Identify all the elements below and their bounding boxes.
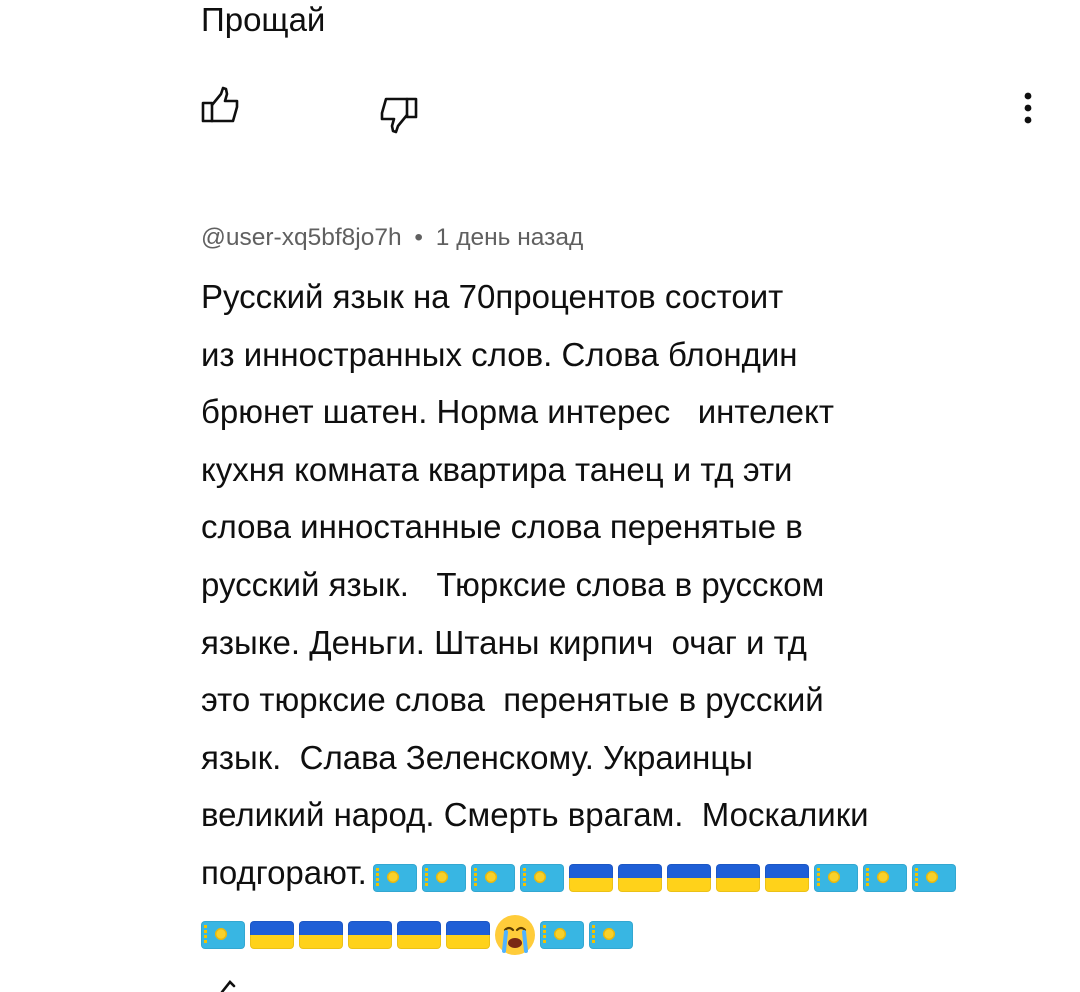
previous-comment-text: Прощай — [201, 1, 326, 38]
reply-edit-icon[interactable] — [218, 978, 248, 992]
kazakhstan-flag-emoji — [862, 863, 907, 892]
kazakhstan-flag-emoji — [589, 921, 633, 950]
comment-line: слова инностанные слова перенятые в — [201, 508, 803, 546]
ukraine-flag-emoji — [764, 863, 809, 892]
meta-separator: • — [414, 224, 423, 251]
comment-line: языке. Деньги. Штаны кирпич очаг и тд — [201, 623, 807, 661]
comment-line: это тюрксие слова перенятые в русский — [201, 681, 824, 719]
thumbs-up-icon[interactable] — [199, 85, 243, 125]
ukraine-flag-emoji — [568, 863, 613, 892]
ukraine-flag-emoji — [299, 921, 343, 950]
emoji-row-1 — [372, 846, 961, 904]
kazakhstan-flag-emoji — [519, 863, 564, 892]
comment-line: Русский язык на 70процентов состоит — [201, 278, 784, 315]
comment-line-text: подгорают. — [201, 853, 367, 891]
kazakhstan-flag-emoji — [372, 863, 417, 892]
comment-author[interactable]: @user-xq5bf8jo7h — [201, 224, 402, 251]
comment-line: кухня комната квартира танец и тд эти — [201, 450, 793, 488]
kazakhstan-flag-emoji — [813, 863, 858, 892]
ukraine-flag-emoji — [348, 921, 392, 950]
ukraine-flag-emoji — [446, 921, 490, 950]
kazakhstan-flag-emoji — [470, 863, 515, 892]
emoji-row-2 — [201, 904, 638, 962]
comment-line: язык. Слава Зеленскому. Украинцы — [201, 738, 753, 776]
thumbs-down-icon[interactable] — [376, 95, 420, 135]
more-vertical-icon[interactable] — [1021, 90, 1035, 130]
ukraine-flag-emoji — [250, 921, 294, 950]
comment-meta: @user-xq5bf8jo7h • 1 день назад — [201, 220, 583, 256]
comment-line-last: подгорают. — [201, 844, 1001, 902]
comment-time: 1 день назад — [435, 224, 584, 251]
kazakhstan-flag-emoji — [421, 863, 466, 892]
kazakhstan-flag-emoji — [201, 921, 245, 950]
crying-face-emoji — [495, 915, 535, 956]
comment-body: Русский язык на 70процентов состоит из и… — [201, 268, 1001, 959]
kazakhstan-flag-emoji — [540, 921, 584, 950]
ukraine-flag-emoji — [666, 863, 711, 892]
ukraine-flag-emoji — [617, 863, 662, 892]
kazakhstan-flag-emoji — [911, 863, 956, 892]
comment-line: русский язык. Тюрксие слова в русском — [201, 565, 825, 603]
ukraine-flag-emoji — [715, 863, 760, 892]
comment-line: из инностранных слов. Слова блондин — [201, 335, 798, 373]
comment-line: брюнет шатен. Норма интерес интелект — [201, 393, 834, 431]
comment-line: великий народ. Смерть врагам. Москалики — [201, 796, 869, 834]
emoji-line — [201, 902, 1001, 960]
ukraine-flag-emoji — [397, 921, 441, 950]
